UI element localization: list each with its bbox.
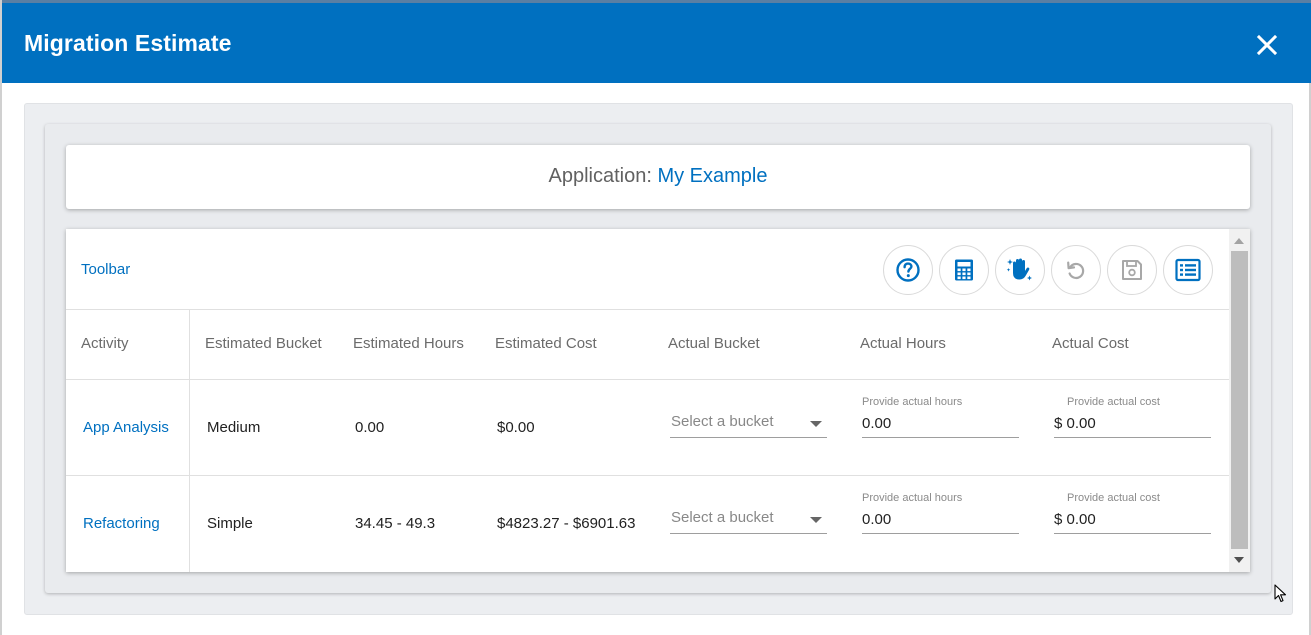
actual-cost-label: Provide actual cost — [1067, 396, 1160, 408]
column-divider — [189, 310, 190, 572]
activity-link[interactable]: App Analysis — [83, 419, 169, 436]
scroll-down-arrow-icon[interactable] — [1234, 557, 1244, 563]
column-header-estimated-hours: Estimated Hours — [353, 335, 464, 352]
list-view-button[interactable] — [1163, 245, 1213, 295]
application-line: Application: My Example — [66, 165, 1250, 188]
actual-cost-field[interactable]: Provide actual cost — [1054, 396, 1211, 438]
toolbar-label: Toolbar — [81, 261, 131, 278]
estimated-hours-value: 0.00 — [355, 419, 385, 436]
actual-hours-input[interactable] — [862, 511, 1019, 528]
actual-hours-label: Provide actual hours — [862, 396, 963, 408]
scrollbar-thumb[interactable] — [1231, 251, 1248, 549]
actual-bucket-placeholder: Select a bucket — [671, 509, 774, 526]
save-button[interactable] — [1107, 245, 1157, 295]
actual-bucket-placeholder: Select a bucket — [671, 413, 774, 430]
calculator-icon — [955, 259, 973, 281]
actual-hours-field[interactable]: Provide actual hours — [862, 492, 1019, 534]
application-name: My Example — [657, 165, 768, 187]
application-card: Application: My Example — [66, 145, 1250, 209]
estimated-bucket-value: Simple — [207, 515, 253, 532]
activity-link[interactable]: Refactoring — [83, 515, 160, 532]
estimated-cost-value: $4823.27 - $6901.63 — [497, 515, 636, 532]
hand-sparkle-icon — [1006, 258, 1032, 281]
chevron-down-icon — [810, 517, 822, 523]
actual-hours-input[interactable] — [862, 415, 1019, 432]
hand-sparkle-button[interactable] — [995, 245, 1045, 295]
actual-hours-field[interactable]: Provide actual hours — [862, 396, 1019, 438]
dialog-header: Migration Estimate — [2, 0, 1311, 83]
actual-cost-field[interactable]: Provide actual cost — [1054, 492, 1211, 534]
estimated-cost-value: $0.00 — [497, 419, 535, 436]
actual-bucket-select[interactable]: Select a bucket — [670, 506, 827, 534]
scroll-up-arrow-icon[interactable] — [1234, 238, 1244, 244]
application-label: Application: — [548, 165, 652, 187]
column-header-actual-cost: Actual Cost — [1052, 335, 1129, 352]
close-icon[interactable] — [1252, 30, 1282, 60]
estimate-table-card: Toolbar Activity Estimated Bucket Estima… — [66, 229, 1250, 572]
actual-cost-label: Provide actual cost — [1067, 492, 1160, 504]
help-icon — [896, 258, 920, 282]
migration-estimate-dialog: Migration Estimate Application: My Examp… — [0, 0, 1311, 635]
help-button[interactable] — [883, 245, 933, 295]
actual-bucket-select[interactable]: Select a bucket — [670, 410, 827, 438]
dialog-title: Migration Estimate — [24, 30, 232, 56]
divider — [66, 475, 1229, 476]
chevron-down-icon — [810, 421, 822, 427]
estimated-bucket-value: Medium — [207, 419, 261, 436]
vertical-scrollbar[interactable] — [1229, 229, 1250, 572]
undo-button[interactable] — [1051, 245, 1101, 295]
column-header-actual-hours: Actual Hours — [860, 335, 946, 352]
calculator-button[interactable] — [939, 245, 989, 295]
mouse-cursor-icon — [1274, 584, 1288, 609]
divider — [66, 309, 1229, 310]
save-icon — [1122, 260, 1142, 280]
column-header-actual-bucket: Actual Bucket — [668, 335, 760, 352]
estimated-hours-value: 34.45 - 49.3 — [355, 515, 436, 532]
column-header-estimated-bucket: Estimated Bucket — [205, 335, 322, 352]
divider — [66, 379, 1229, 380]
actual-cost-input[interactable] — [1054, 511, 1211, 528]
actual-hours-label: Provide actual hours — [862, 492, 963, 504]
actual-cost-input[interactable] — [1054, 415, 1211, 432]
undo-icon — [1067, 261, 1085, 280]
column-header-activity: Activity — [81, 335, 129, 352]
list-view-icon — [1175, 258, 1201, 282]
column-header-estimated-cost: Estimated Cost — [495, 335, 597, 352]
